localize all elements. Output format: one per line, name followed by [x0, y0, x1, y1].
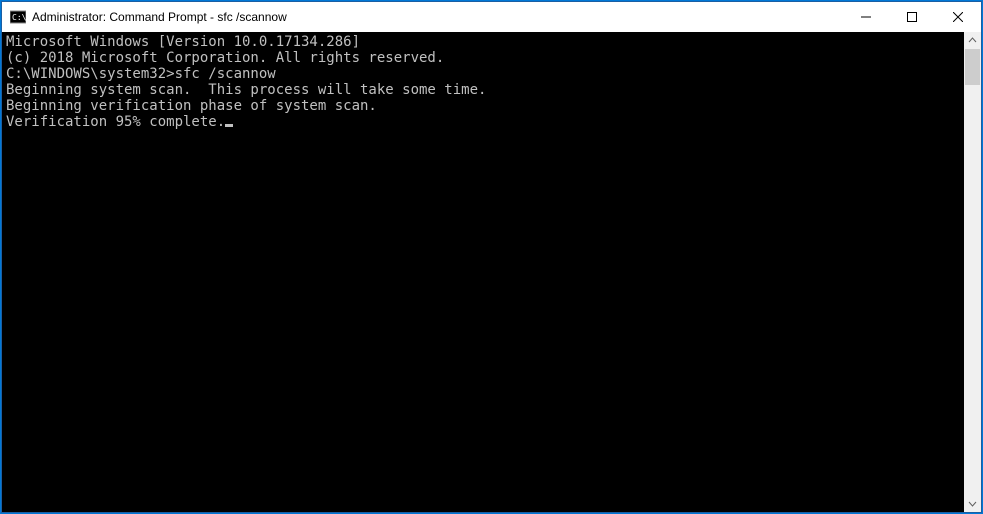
scrollbar-thumb[interactable]	[965, 49, 980, 85]
scrollbar-down-button[interactable]	[964, 495, 981, 512]
terminal-line: (c) 2018 Microsoft Corporation. All righ…	[6, 50, 964, 66]
scrollbar-track[interactable]	[964, 49, 981, 495]
close-button[interactable]	[935, 2, 981, 32]
text-cursor	[225, 124, 233, 127]
terminal-line: Microsoft Windows [Version 10.0.17134.28…	[6, 34, 964, 50]
vertical-scrollbar[interactable]	[964, 32, 981, 512]
svg-text:C:\: C:\	[12, 13, 26, 22]
titlebar[interactable]: C:\ Administrator: Command Prompt - sfc …	[2, 2, 981, 32]
terminal-output[interactable]: Microsoft Windows [Version 10.0.17134.28…	[2, 32, 964, 512]
command-prompt-window: C:\ Administrator: Command Prompt - sfc …	[1, 1, 982, 513]
cmd-app-icon: C:\	[10, 9, 26, 25]
terminal-line: Beginning verification phase of system s…	[6, 98, 964, 114]
terminal-line: Verification 95% complete.	[6, 114, 964, 130]
client-area: Microsoft Windows [Version 10.0.17134.28…	[2, 32, 981, 512]
maximize-button[interactable]	[889, 2, 935, 32]
terminal-line: C:\WINDOWS\system32>sfc /scannow	[6, 66, 964, 82]
window-controls	[843, 2, 981, 32]
terminal-line: Beginning system scan. This process will…	[6, 82, 964, 98]
window-title: Administrator: Command Prompt - sfc /sca…	[32, 10, 287, 24]
minimize-button[interactable]	[843, 2, 889, 32]
scrollbar-up-button[interactable]	[964, 32, 981, 49]
